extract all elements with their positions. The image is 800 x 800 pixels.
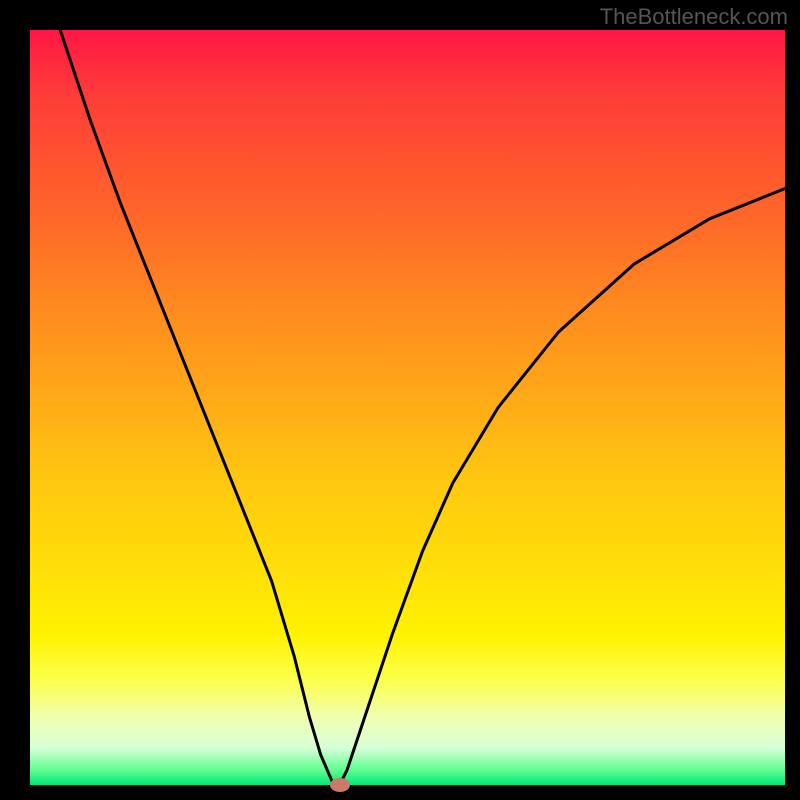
chart-plot-area <box>30 30 785 785</box>
bottleneck-curve <box>30 30 785 785</box>
optimal-point-marker <box>330 778 350 792</box>
watermark-text: TheBottleneck.com <box>600 4 788 30</box>
